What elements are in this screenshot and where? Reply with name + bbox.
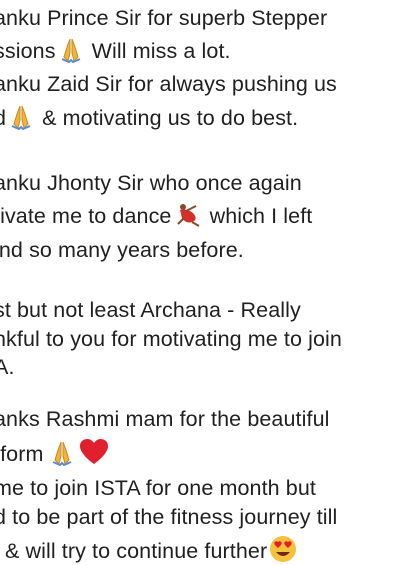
dancer-icon <box>174 202 202 228</box>
message-line: tform <box>0 438 111 468</box>
line-text: anku Jhonty Sir who once again <box>0 171 302 195</box>
line-text: me to join ISTA for one month but <box>0 476 316 500</box>
message-line: anku Prince Sir for superb Stepper <box>0 4 327 32</box>
line-text: Will miss a lot. <box>85 39 231 63</box>
line-text: A. <box>0 355 15 379</box>
message-line: d to be part of the fitness journey till <box>0 503 337 531</box>
message-line: anks Rashmi mam for the beautiful <box>0 405 330 433</box>
message-line: A. <box>0 353 15 381</box>
message-line: d & motivating us to do best. <box>0 104 298 132</box>
heart-eyes-icon <box>269 535 297 563</box>
message-line: me to join ISTA for one month but <box>0 474 316 502</box>
message-line: l & will try to continue further <box>0 535 299 565</box>
message-line: anku Jhonty Sir who once again <box>0 169 302 197</box>
line-text: st but not least Archana - Really <box>0 298 301 322</box>
message-line: tivate me to dance which I left <box>0 202 312 230</box>
message-line: nkful to you for motivating me to join <box>0 325 342 353</box>
line-text: l & will try to continue further <box>0 539 268 563</box>
message-line: ssions Will miss a lot. <box>0 37 231 65</box>
message-body: anku Prince Sir for superb Stepper ssion… <box>0 0 420 563</box>
line-text: ind so many years before. <box>0 238 244 262</box>
line-text: which I left <box>203 204 313 228</box>
folded-hands-icon <box>58 37 84 63</box>
message-view: { "message": { "lines": [ {"pre": "anku … <box>0 0 420 563</box>
line-text: anku Zaid Sir for always pushing us <box>0 72 337 96</box>
line-text: anks Rashmi mam for the beautiful <box>0 407 330 431</box>
folded-hands-icon <box>49 440 75 466</box>
message-line: anku Zaid Sir for always pushing us <box>0 70 337 98</box>
line-text: anku Prince Sir for superb Stepper <box>0 6 328 30</box>
line-text: d to be part of the fitness journey till <box>0 505 338 529</box>
red-heart-icon <box>79 438 109 466</box>
line-text: ssions <box>0 39 56 63</box>
folded-hands-icon <box>8 104 34 130</box>
line-text: & motivating us to do best. <box>36 106 299 130</box>
line-text: tivate me to dance <box>0 204 172 228</box>
message-line: ind so many years before. <box>0 236 244 264</box>
line-text: tform <box>0 442 44 466</box>
line-text: d <box>0 106 6 130</box>
line-text: nkful to you for motivating me to join <box>0 327 342 351</box>
message-line: st but not least Archana - Really <box>0 296 301 324</box>
